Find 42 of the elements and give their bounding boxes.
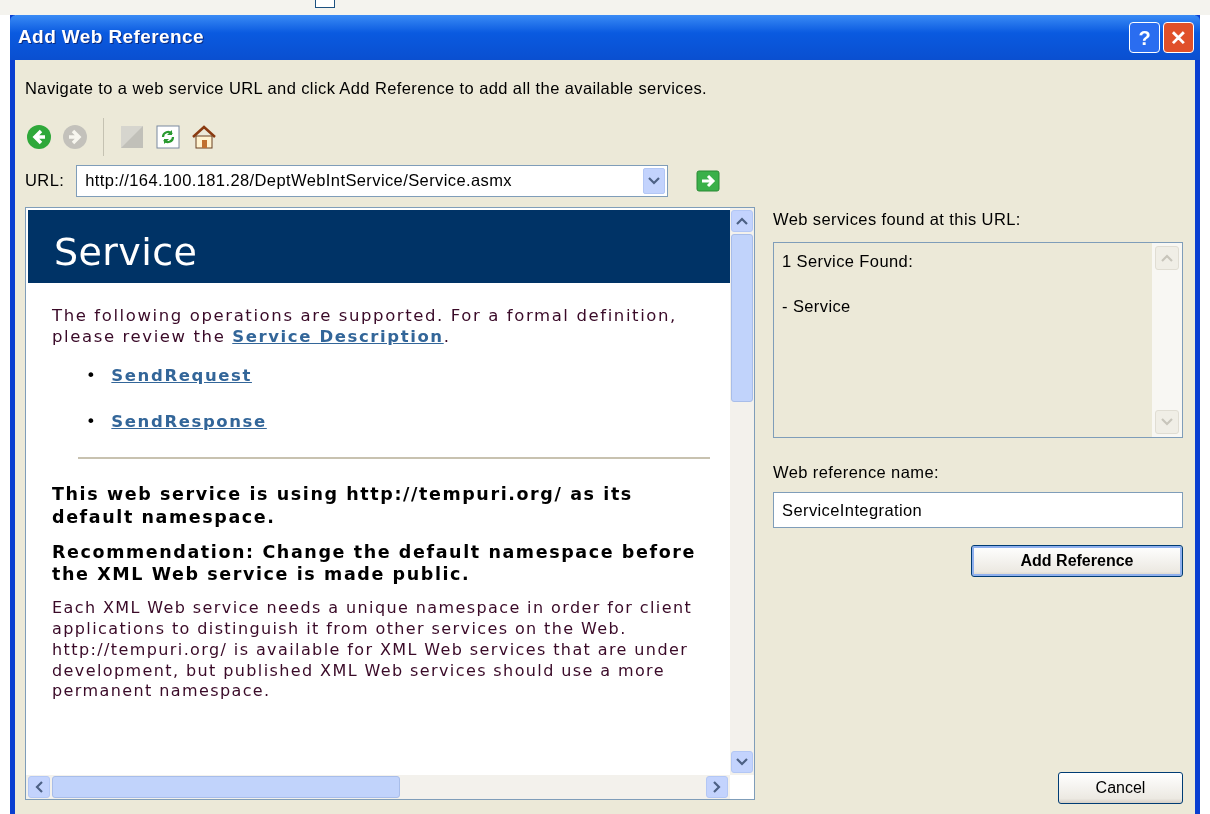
notice-text: This web service is using http://tempuri.org/ as its default namespace.: [52, 483, 634, 529]
chevron-up-icon: [1161, 253, 1173, 262]
operation-link[interactable]: SendRequest: [111, 363, 252, 389]
dropdown-button[interactable]: [643, 167, 666, 194]
scroll-thumb[interactable]: [52, 776, 400, 798]
reference-name-label: Web reference name:: [773, 461, 940, 483]
horizontal-scrollbar[interactable]: [26, 775, 730, 799]
bullet: •: [86, 364, 98, 387]
instruction-text: Navigate to a web service URL and click Add Reference to add all the available services.: [25, 78, 709, 99]
operation-link[interactable]: SendResponse: [111, 410, 267, 436]
chevron-down-icon: [736, 758, 748, 766]
window-title: Add Web Reference: [18, 25, 205, 50]
scroll-thumb[interactable]: [731, 233, 753, 402]
chevron-up-icon: [736, 216, 748, 225]
service-description-link[interactable]: Service Description: [232, 327, 444, 347]
service-line: 1 Service Found:: [782, 250, 915, 272]
close-button[interactable]: ✕: [1163, 22, 1194, 53]
scroll-left-button[interactable]: [28, 776, 50, 798]
chevron-right-icon: [713, 781, 721, 793]
url-label: URL:: [25, 170, 65, 192]
help-button[interactable]: ?: [1129, 22, 1160, 53]
scroll-up-button[interactable]: [731, 209, 753, 232]
add-reference-button[interactable]: Add Reference: [971, 545, 1183, 578]
url-field[interactable]: http://164.100.181.28/DeptWebIntService/Service.asmx: [76, 164, 669, 197]
recommendation-text: Recommendation: Change the default namespace before the XML Web service is made public.: [52, 540, 697, 587]
services-label: Web services found at this URL:: [773, 208, 1022, 230]
page-heading: Service: [28, 209, 730, 283]
intro-text: The following operations are supported. For a formal definition, please review the Service Description.: [52, 304, 678, 348]
cancel-button[interactable]: Cancel: [1058, 772, 1183, 804]
scroll-down-button[interactable]: [731, 751, 753, 773]
chevron-left-icon: [35, 781, 43, 793]
refresh-button[interactable]: [154, 122, 182, 151]
service-line: - Service: [782, 296, 852, 318]
vertical-scrollbar[interactable]: [730, 207, 754, 775]
chevron-down-icon: [648, 176, 661, 185]
back-button[interactable]: [25, 122, 53, 151]
checkbox-icon: [315, 0, 335, 8]
body-text: Each XML Web service needs a unique namespace in order for client applications to distinguish it from other services on the Web. http://tempuri.org/ is available for XML Web services that are under development, but published XML Web services should use a more permanent namespace.: [52, 598, 694, 703]
reference-name-field[interactable]: ServiceIntegration: [773, 492, 1183, 529]
chevron-down-icon: [1161, 417, 1173, 426]
bullet: •: [86, 411, 98, 434]
scroll-right-button[interactable]: [706, 776, 728, 798]
